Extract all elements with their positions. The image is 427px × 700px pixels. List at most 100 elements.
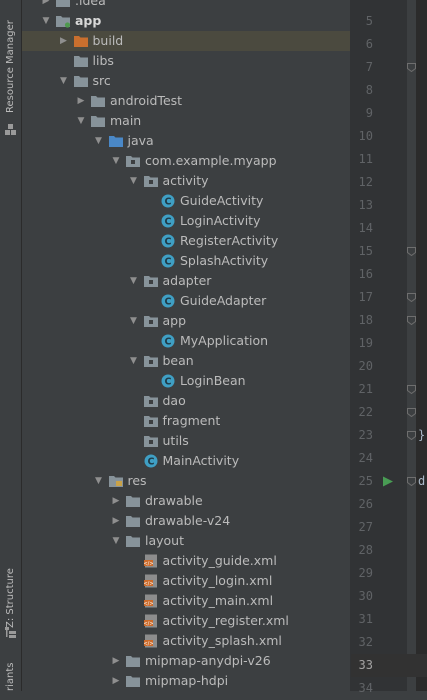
tree-item[interactable]: ▼ app: [22, 311, 350, 331]
tree-item[interactable]: </> activity_splash.xml: [22, 631, 350, 651]
class-icon: C: [161, 194, 175, 208]
fold-marker-icon[interactable]: [407, 246, 416, 256]
tree-item-label: res: [127, 473, 147, 488]
tree-item[interactable]: ▼ res: [22, 471, 350, 491]
tree-item[interactable]: ▼ activity: [22, 171, 350, 191]
tree-item[interactable]: C SplashActivity: [22, 251, 350, 271]
expand-down-icon[interactable]: ▼: [110, 151, 122, 171]
tree-item[interactable]: fragment: [22, 411, 350, 431]
expand-right-icon[interactable]: ▶: [110, 671, 122, 691]
tree-item[interactable]: utils: [22, 431, 350, 451]
expand-down-icon[interactable]: ▼: [128, 171, 140, 191]
expand-right-icon[interactable]: ▶: [110, 511, 122, 531]
expand-down-icon[interactable]: ▼: [58, 71, 70, 91]
tree-item[interactable]: ▶ build: [22, 31, 350, 51]
class-icon: C: [161, 254, 175, 268]
svg-text:</>: </>: [144, 581, 154, 587]
tree-item[interactable]: ▶ androidTest: [22, 91, 350, 111]
tree-item[interactable]: </> activity_register.xml: [22, 611, 350, 631]
tree-item[interactable]: ▶ mipmap-hdpi: [22, 671, 350, 691]
tree-item[interactable]: C GuideAdapter: [22, 291, 350, 311]
fold-marker-icon[interactable]: [407, 384, 416, 394]
tree-item[interactable]: ▼ main: [22, 111, 350, 131]
tree-item-label: MainActivity: [162, 453, 240, 468]
tree-item[interactable]: C LoginActivity: [22, 211, 350, 231]
tree-item[interactable]: ▼ adapter: [22, 271, 350, 291]
line-number: 12: [358, 174, 373, 189]
package-icon: [126, 156, 140, 167]
expand-right-icon[interactable]: ▶: [40, 0, 52, 11]
tree-item[interactable]: C MyApplication: [22, 331, 350, 351]
layout-xml-icon: </>: [143, 574, 157, 588]
tree-item[interactable]: ▼ app: [22, 11, 350, 31]
line-number: 11: [358, 151, 373, 166]
build-variants-tab[interactable]: riants: [0, 655, 21, 692]
tree-item[interactable]: libs: [22, 51, 350, 71]
expand-right-icon[interactable]: ▶: [58, 31, 70, 51]
tree-item[interactable]: ▶ drawable: [22, 491, 350, 511]
tree-item-label: mipmap-hdpi: [145, 673, 229, 688]
fold-marker-icon[interactable]: [407, 292, 416, 302]
tree-item[interactable]: ▼ src: [22, 71, 350, 91]
structure-tab[interactable]: Z: Structure: [0, 562, 21, 628]
line-number: 17: [358, 289, 373, 304]
line-number: 25: [358, 473, 373, 488]
tree-item[interactable]: </> activity_guide.xml: [22, 551, 350, 571]
fold-marker-icon[interactable]: [407, 62, 416, 72]
expand-down-icon[interactable]: ▼: [128, 271, 140, 291]
line-number: 31: [358, 611, 373, 626]
expand-right-icon[interactable]: ▶: [75, 91, 87, 111]
tree-item[interactable]: ▶ drawable-v24: [22, 511, 350, 531]
layout-xml-icon: </>: [143, 594, 157, 608]
line-number: 15: [358, 243, 373, 258]
class-icon: C: [161, 374, 175, 388]
tree-item[interactable]: ▼ com.example.myapp: [22, 151, 350, 171]
code-fragment[interactable]: }: [418, 424, 425, 447]
tree-item[interactable]: dao: [22, 391, 350, 411]
expand-right-icon[interactable]: ▶: [110, 651, 122, 671]
line-number: 32: [358, 634, 373, 649]
tree-item[interactable]: </> activity_login.xml: [22, 571, 350, 591]
fold-marker-icon[interactable]: [407, 476, 416, 486]
code-fragment[interactable]: d: [418, 470, 425, 493]
resource-manager-tab[interactable]: Resource Manager: [0, 18, 21, 113]
fold-marker-icon[interactable]: [407, 315, 416, 325]
package-icon: [143, 396, 158, 407]
tree-item[interactable]: ▶ .idea: [22, 0, 350, 11]
tree-item[interactable]: </> activity_main.xml: [22, 591, 350, 611]
tree-item[interactable]: ▶ mipmap-anydpi-v26: [22, 651, 350, 671]
expand-down-icon[interactable]: ▼: [75, 111, 87, 131]
fold-marker-icon[interactable]: [407, 430, 416, 440]
folder-icon: [91, 116, 105, 127]
svg-text:</>: </>: [144, 621, 154, 627]
expand-right-icon[interactable]: ▶: [110, 491, 122, 511]
resource-folder-icon: [108, 476, 123, 487]
expand-down-icon[interactable]: ▼: [128, 311, 140, 331]
expand-down-icon[interactable]: ▼: [110, 531, 122, 551]
tree-item-label: activity: [162, 173, 209, 188]
tree-item[interactable]: ▼ bean: [22, 351, 350, 371]
expand-down-icon[interactable]: ▼: [128, 351, 140, 371]
tree-item-label: drawable: [145, 493, 203, 508]
expand-down-icon[interactable]: ▼: [93, 471, 105, 491]
tree-item-label: utils: [162, 433, 189, 448]
svg-text:C: C: [165, 377, 172, 388]
folder-icon: [56, 0, 70, 7]
tree-item[interactable]: C GuideActivity: [22, 191, 350, 211]
code-editor[interactable]: [416, 0, 427, 691]
line-number: 26: [358, 496, 373, 511]
tree-item[interactable]: C MainActivity: [22, 451, 350, 471]
tree-item-label: mipmap-anydpi-v26: [145, 653, 271, 668]
fold-marker-icon[interactable]: [407, 407, 416, 417]
expand-down-icon[interactable]: ▼: [93, 131, 105, 151]
tree-item[interactable]: C LoginBean: [22, 371, 350, 391]
line-number: 7: [365, 59, 373, 74]
tree-item[interactable]: C RegisterActivity: [22, 231, 350, 251]
tree-item[interactable]: ▼ layout: [22, 531, 350, 551]
tree-item-label: libs: [92, 53, 114, 68]
expand-down-icon[interactable]: ▼: [40, 11, 52, 31]
tree-item[interactable]: ▼ java: [22, 131, 350, 151]
structure-icon: [5, 627, 16, 638]
run-gutter-icon[interactable]: [383, 476, 393, 487]
tree-item-label: drawable-v24: [145, 513, 231, 528]
